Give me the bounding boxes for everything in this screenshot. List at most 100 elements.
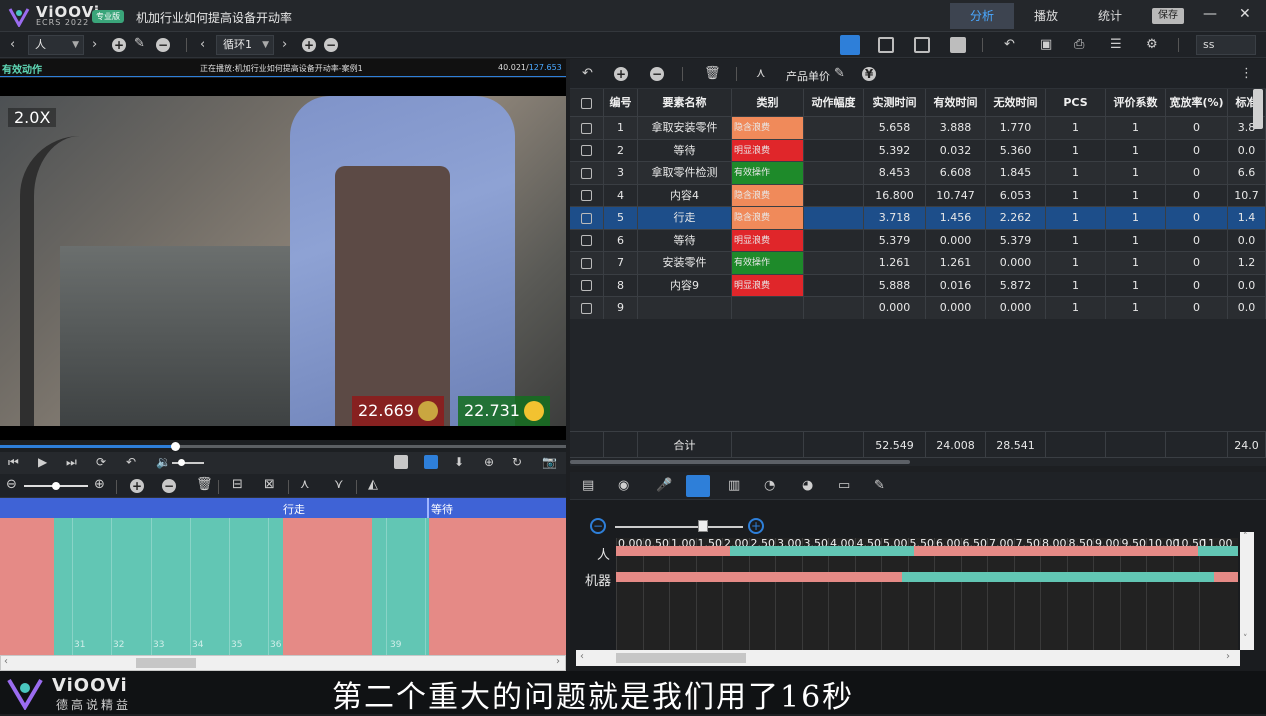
col-allowance[interactable]: 宽放率(%) [1166,89,1228,117]
add-icon[interactable]: + [112,38,126,52]
cell-number[interactable]: 6 [604,229,638,252]
cell-rating-coef[interactable]: 1 [1106,229,1166,252]
table-row[interactable]: 6 等待 明显浪费 5.379 0.000 5.379 1 1 0 0.0 [570,229,1266,252]
donut-chart-icon[interactable]: ◕ [802,478,813,493]
cell-rating-coef[interactable]: 1 [1106,274,1166,297]
cell-rating-coef[interactable]: 1 [1106,139,1166,162]
cell-element-name[interactable]: 等待 [638,229,732,252]
print-icon[interactable]: ⎙ [1074,37,1084,52]
chevron-right-icon[interactable]: › [282,37,287,52]
remove-cycle-icon[interactable]: − [324,38,338,52]
menu-icon[interactable]: ☰ [1110,37,1122,52]
cell-element-name[interactable]: 拿取安装零件 [638,117,732,140]
volume-knob[interactable] [178,459,185,466]
zoom-out-icon[interactable]: ⊖ [6,477,17,492]
save-button[interactable]: 保存 [1152,8,1184,24]
cell-number[interactable]: 7 [604,252,638,275]
chevron-left-icon[interactable]: ‹ [10,37,15,52]
person-bar-waste[interactable] [914,546,1198,556]
gantt-zoom-slider[interactable] [615,526,743,528]
chevron-right-icon[interactable]: › [92,37,97,52]
next-frame-icon[interactable]: ⏭ [66,455,77,470]
cell-category[interactable]: 明显浪费 [732,139,804,162]
close-button[interactable]: ✕ [1239,6,1251,22]
row-select-checkbox[interactable] [581,235,592,246]
cell-valid-time[interactable]: 3.888 [926,117,986,140]
remove-icon[interactable]: − [156,38,170,52]
cell-invalid-time[interactable]: 0.000 [986,252,1046,275]
cell-pcs[interactable]: 1 [1046,297,1106,320]
timeline-segment[interactable] [372,518,429,655]
cell-number[interactable]: 5 [604,207,638,230]
cell-pcs[interactable]: 1 [1046,117,1106,140]
progress-knob[interactable] [171,442,181,451]
col-number[interactable]: 编号 [604,89,638,117]
table-row[interactable]: 5 行走 隐含浪费 3.718 1.456 2.262 1 1 0 1.4 [570,207,1266,230]
cell-rating-coef[interactable]: 1 [1106,162,1166,185]
table-row[interactable]: 4 内容4 隐含浪费 16.800 10.747 6.053 1 1 0 10.7 [570,184,1266,207]
table-row[interactable]: 3 拿取零件检测 有效操作 8.453 6.608 1.845 1 1 0 6.6 [570,162,1266,185]
cell-valid-time[interactable]: 0.016 [926,274,986,297]
cell-element-name[interactable]: 行走 [638,207,732,230]
video-progress-bar[interactable] [0,440,566,452]
row-select-checkbox[interactable] [581,167,592,179]
gantt-scroll-thumb[interactable] [616,653,746,663]
col-element-name[interactable]: 要素名称 [638,89,732,117]
cell-measured-time[interactable]: 0.000 [864,297,926,320]
edit-icon[interactable]: ✎ [134,36,145,51]
download-icon[interactable]: ⬇ [454,455,464,469]
select-all-checkbox[interactable] [581,97,592,109]
cell-number[interactable]: 4 [604,184,638,207]
video-player[interactable]: 2.0X 22.669 22.731 [0,78,566,440]
mixer-icon[interactable] [686,475,710,497]
cell-motion-range[interactable] [804,117,864,140]
close-segment-icon[interactable]: ⊠ [264,477,275,492]
cell-measured-time[interactable]: 16.800 [864,184,926,207]
document-icon[interactable] [394,455,408,469]
cell-invalid-time[interactable]: 1.845 [986,162,1046,185]
table-scrollbar[interactable] [570,458,1266,466]
cell-number[interactable]: 3 [604,162,638,185]
cell-category[interactable]: 隐含浪费 [732,207,804,230]
cell-pcs[interactable]: 1 [1046,184,1106,207]
product-price-label[interactable]: 产品单价 [786,68,830,84]
row-select-checkbox[interactable] [581,257,592,269]
cell-category[interactable]: 明显浪费 [732,274,804,297]
cell-standard[interactable]: 6.6 [1228,162,1266,185]
cell-allowance[interactable]: 0 [1166,184,1228,207]
cell-motion-range[interactable] [804,252,864,275]
layout-grid-icon[interactable] [840,35,860,55]
cell-invalid-time[interactable]: 1.770 [986,117,1046,140]
more-options-icon[interactable]: ⋮ [1240,66,1253,81]
delete-icon[interactable]: 🗑 [196,477,213,492]
cell-pcs[interactable]: 1 [1046,162,1106,185]
timeline-segment[interactable] [54,518,283,655]
table-row[interactable]: 8 内容9 明显浪费 5.888 0.016 5.872 1 1 0 0.0 [570,274,1266,297]
camera-icon[interactable]: 📷 [542,455,557,469]
cell-rating-coef[interactable]: 1 [1106,117,1166,140]
cell-element-name[interactable]: 内容4 [638,184,732,207]
text-icon[interactable] [424,455,438,469]
machine-bar-valid[interactable] [902,572,1214,582]
delete-row-icon[interactable]: 🗑 [704,66,721,81]
gantt-zoom-in-icon[interactable]: + [748,518,764,534]
cell-measured-time[interactable]: 1.261 [864,252,926,275]
cell-allowance[interactable]: 0 [1166,117,1228,140]
cell-number[interactable]: 2 [604,139,638,162]
cell-rating-coef[interactable]: 1 [1106,252,1166,275]
cell-allowance[interactable]: 0 [1166,229,1228,252]
scroll-left-icon[interactable]: ‹ [580,651,584,662]
add-row-icon[interactable]: + [614,67,628,81]
row-select-checkbox[interactable] [581,302,592,314]
add-cycle-icon[interactable]: + [302,38,316,52]
camera-icon[interactable]: ◉ [618,478,629,493]
cell-invalid-time[interactable]: 0.000 [986,297,1046,320]
person-icon[interactable]: ⋏ [756,66,766,81]
table-row[interactable]: 9 0.000 0.000 0.000 1 1 0 0.0 [570,297,1266,320]
row-select-checkbox[interactable] [581,280,592,291]
cell-pcs[interactable]: 1 [1046,229,1106,252]
cell-valid-time[interactable]: 0.000 [926,297,986,320]
edit-icon[interactable]: ✎ [834,66,845,81]
timeline-segment[interactable] [0,518,54,655]
timeline-scrollbar[interactable]: ‹ › [0,655,566,671]
